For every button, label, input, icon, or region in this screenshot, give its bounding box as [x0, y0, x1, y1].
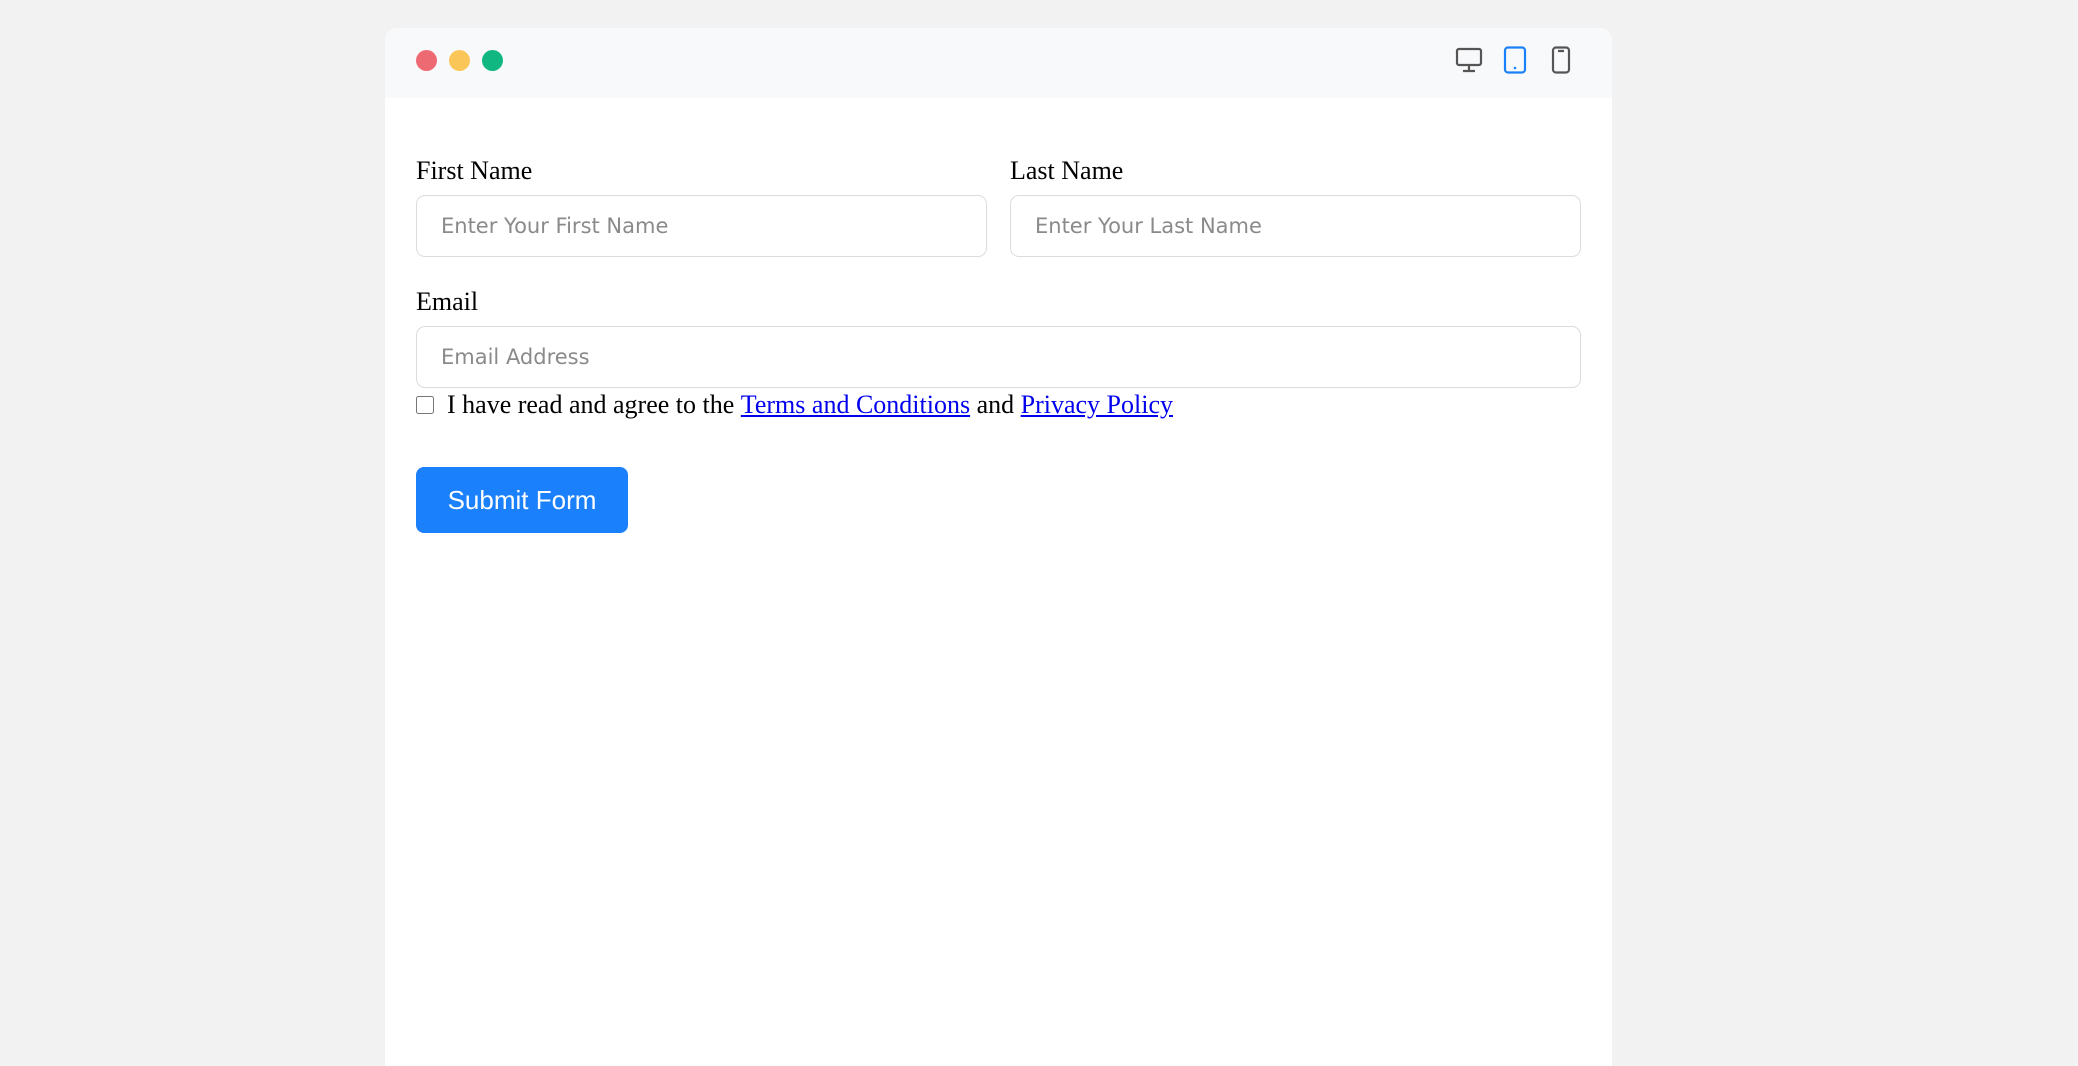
title-bar	[385, 28, 1612, 98]
preview-window: First Name Last Name Email I have read a…	[385, 28, 1612, 1066]
submit-form-button[interactable]: Submit Form	[416, 467, 628, 533]
desktop-icon[interactable]	[1454, 45, 1484, 75]
first-name-input[interactable]	[416, 195, 987, 257]
mobile-icon[interactable]	[1546, 45, 1576, 75]
email-label: Email	[416, 287, 479, 316]
last-name-input[interactable]	[1010, 195, 1581, 257]
terms-link[interactable]: Terms and Conditions	[741, 390, 970, 420]
email-input[interactable]	[416, 326, 1581, 388]
close-window-dot[interactable]	[416, 50, 437, 71]
consent-checkbox[interactable]	[416, 396, 434, 414]
privacy-link[interactable]: Privacy Policy	[1021, 390, 1173, 420]
minimize-window-dot[interactable]	[449, 50, 470, 71]
first-name-label: First Name	[416, 156, 533, 185]
device-toggle-group	[1454, 45, 1576, 75]
consent-text-middle: and	[976, 390, 1015, 419]
last-name-label: Last Name	[1010, 156, 1124, 185]
tablet-icon[interactable]	[1500, 45, 1530, 75]
consent-row: I have read and agree to the Terms and C…	[416, 390, 1173, 420]
consent-text-before: I have read and agree to the	[447, 390, 735, 419]
maximize-window-dot[interactable]	[482, 50, 503, 71]
